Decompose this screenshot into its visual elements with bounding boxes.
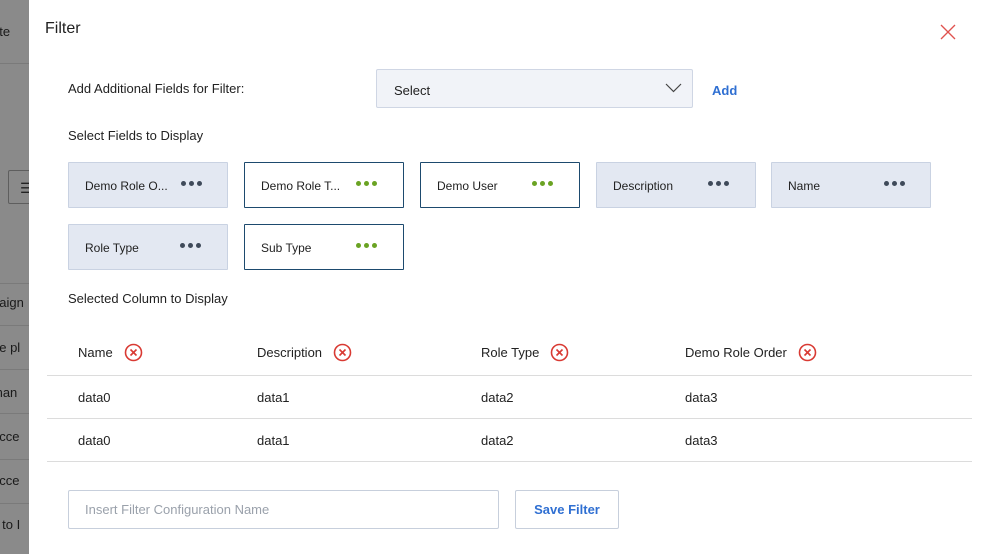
column-header-role-type: Role Type (481, 343, 569, 362)
table-cell: data0 (78, 433, 111, 448)
column-header-demo-role-order: Demo Role Order (685, 343, 817, 362)
remove-circle-icon[interactable] (550, 343, 569, 362)
background-text: ate (0, 24, 11, 39)
remove-circle-icon[interactable] (333, 343, 352, 362)
chip-label: Name (788, 179, 821, 193)
chip-label: Description (613, 179, 674, 193)
background-divider (0, 369, 29, 370)
column-label: Demo Role Order (685, 345, 787, 360)
table-divider (47, 375, 972, 376)
table-cell: data2 (481, 390, 514, 405)
remove-circle-icon[interactable] (798, 343, 817, 362)
background-divider (0, 325, 29, 326)
more-dots-icon[interactable] (356, 243, 377, 248)
field-chip-description[interactable]: Description (596, 162, 756, 208)
table-cell: data2 (481, 433, 514, 448)
additional-fields-label: Add Additional Fields for Filter: (68, 81, 245, 96)
background-text: paign (0, 295, 24, 310)
remove-circle-icon[interactable] (124, 343, 143, 362)
chip-label: Demo User (437, 179, 498, 193)
filter-modal: Filter Add Additional Fields for Filter:… (29, 0, 983, 554)
field-chip-demo-role-order[interactable]: Demo Role O... (68, 162, 228, 208)
table-divider (47, 418, 972, 419)
field-chip-demo-role-type[interactable]: Demo Role T... (244, 162, 404, 208)
chevron-down-icon (665, 83, 682, 93)
filter-name-input[interactable] (68, 490, 499, 529)
table-cell: data1 (257, 390, 290, 405)
field-chip-role-type[interactable]: Role Type (68, 224, 228, 270)
fields-to-display-label: Select Fields to Display (68, 128, 204, 143)
save-filter-button[interactable]: Save Filter (515, 490, 619, 529)
table-divider (47, 461, 972, 462)
more-dots-icon[interactable] (180, 243, 201, 248)
background-text: ne pl (0, 340, 21, 355)
background-divider (0, 413, 29, 414)
menu-icon: ☰ (20, 180, 29, 196)
table-cell: data3 (685, 390, 718, 405)
background-text: s to I (0, 517, 21, 532)
select-value: Select (394, 83, 431, 98)
column-label: Name (78, 345, 113, 360)
additional-field-select[interactable]: Select (376, 69, 693, 108)
chip-label: Sub Type (261, 241, 312, 255)
close-icon[interactable] (939, 23, 957, 41)
background-page: ate ☰ paign ne pl man ucce ucce s to I (0, 0, 29, 554)
modal-title: Filter (45, 20, 81, 37)
column-label: Description (257, 345, 323, 360)
more-dots-icon[interactable] (356, 181, 377, 186)
background-divider (0, 283, 29, 284)
field-chip-demo-user[interactable]: Demo User (420, 162, 580, 208)
background-divider (0, 63, 29, 64)
field-chip-name[interactable]: Name (771, 162, 931, 208)
chip-label: Role Type (85, 241, 139, 255)
column-header-name: Name (78, 343, 143, 362)
add-field-link[interactable]: Add (712, 83, 737, 98)
table-cell: data1 (257, 433, 290, 448)
background-divider (0, 459, 29, 460)
background-menu-button: ☰ (8, 170, 29, 204)
background-text: ucce (0, 473, 20, 488)
column-header-description: Description (257, 343, 352, 362)
more-dots-icon[interactable] (884, 181, 905, 186)
selected-columns-label: Selected Column to Display (68, 291, 228, 306)
chip-label: Demo Role T... (261, 179, 341, 193)
more-dots-icon[interactable] (181, 181, 202, 186)
background-text: man (0, 385, 18, 400)
field-chip-sub-type[interactable]: Sub Type (244, 224, 404, 270)
chip-label: Demo Role O... (85, 179, 168, 193)
column-label: Role Type (481, 345, 540, 360)
more-dots-icon[interactable] (708, 181, 729, 186)
more-dots-icon[interactable] (532, 181, 553, 186)
background-text: ucce (0, 429, 20, 444)
table-cell: data0 (78, 390, 111, 405)
table-cell: data3 (685, 433, 718, 448)
background-divider (0, 503, 29, 504)
